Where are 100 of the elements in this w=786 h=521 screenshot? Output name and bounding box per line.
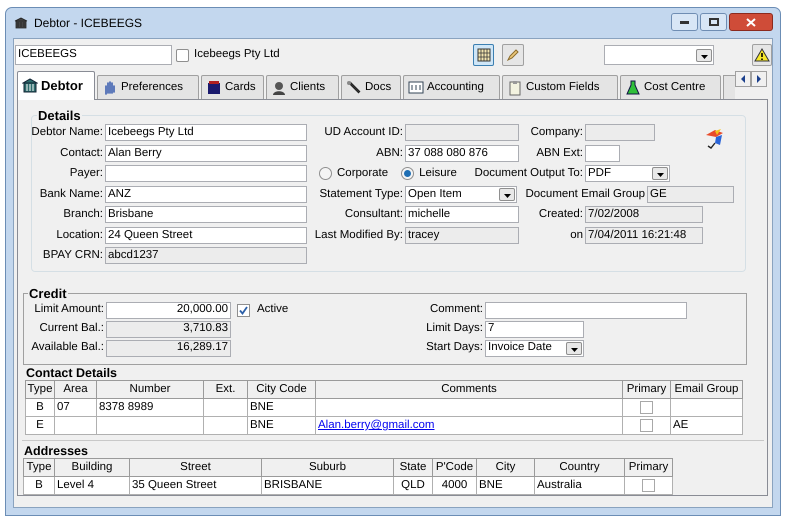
- input-field[interactable]: 24 Queen Street: [105, 226, 307, 244]
- input-field[interactable]: [485, 302, 687, 318]
- column-header[interactable]: Primary: [622, 380, 670, 398]
- tab[interactable]: Debtor: [17, 71, 95, 100]
- input-field[interactable]: tracey: [405, 226, 519, 244]
- field-label: on: [570, 228, 583, 243]
- field-label: Statement Type:: [319, 186, 403, 202]
- input-field[interactable]: GE: [647, 186, 734, 203]
- input-field[interactable]: 20,000.00: [106, 302, 231, 318]
- tab[interactable]: Preferences: [97, 75, 199, 99]
- column-header[interactable]: Type: [24, 458, 54, 476]
- column-header[interactable]: Ext.: [204, 380, 248, 398]
- column-header[interactable]: Street: [130, 458, 262, 476]
- input-field[interactable]: ICEBEEGS: [15, 45, 172, 65]
- field-label: Comment:: [430, 302, 483, 318]
- input-field[interactable]: ANZ: [105, 186, 307, 203]
- column-header[interactable]: Building: [54, 458, 130, 476]
- table-cell: 8378 8989: [99, 400, 154, 413]
- tab[interactable]: Accounting: [403, 75, 500, 99]
- column-header[interactable]: Country: [534, 458, 624, 476]
- building-icon: [14, 17, 28, 29]
- dropdown[interactable]: PDF: [585, 165, 670, 182]
- input-field[interactable]: Brisbane: [105, 206, 307, 224]
- field-label: UD Account ID:: [324, 125, 403, 140]
- toolbar-button[interactable]: [472, 44, 494, 66]
- checkbox[interactable]: [176, 48, 189, 62]
- tab[interactable]: Cards: [201, 75, 264, 99]
- input-field[interactable]: [105, 165, 307, 182]
- column-header[interactable]: Area: [54, 380, 96, 398]
- input-field[interactable]: 7/04/2011 16:21:48: [585, 226, 703, 244]
- field-label: Last Modified By:: [314, 228, 403, 243]
- column-header[interactable]: City: [476, 458, 534, 476]
- pen-icon: [346, 80, 362, 96]
- dropdown[interactable]: Invoice Date: [485, 340, 584, 356]
- field-label: Bank Name:: [40, 186, 103, 202]
- input-field[interactable]: 3,710.83: [106, 320, 231, 338]
- input-field[interactable]: abcd1237: [105, 247, 307, 264]
- input-field[interactable]: [585, 144, 620, 162]
- radio-label: Leisure: [419, 166, 457, 182]
- input-field[interactable]: 16,289.17: [106, 340, 231, 356]
- column-header[interactable]: Email Group: [670, 380, 742, 398]
- checkbox[interactable]: [640, 401, 653, 414]
- input-field[interactable]: Alan Berry: [105, 144, 307, 162]
- checkbox[interactable]: [640, 419, 653, 432]
- field-label: Document Email Group: [525, 186, 645, 202]
- scroll-left-button[interactable]: [735, 71, 751, 87]
- column-header[interactable]: Primary: [624, 458, 672, 476]
- field-label: Company:: [530, 125, 583, 140]
- column-header[interactable]: Number: [96, 380, 204, 398]
- tab[interactable]: Cost Centre: [620, 75, 721, 99]
- table-cell: 07: [57, 400, 70, 413]
- radio-label: Corporate: [337, 166, 388, 182]
- column-header[interactable]: Type: [26, 380, 54, 398]
- input-field[interactable]: [585, 124, 655, 142]
- input-field[interactable]: 7: [485, 320, 584, 338]
- warning-button[interactable]: [752, 44, 772, 66]
- dropdown-arrow-button[interactable]: [652, 167, 668, 180]
- input-field[interactable]: Icebeegs Pty Ltd: [105, 124, 307, 142]
- tab[interactable]: Clients: [266, 75, 339, 99]
- table-cell: 4000: [442, 478, 468, 491]
- input-field[interactable]: 7/02/2008: [585, 206, 703, 224]
- field-label: Branch:: [63, 207, 103, 222]
- section-title: Details: [37, 107, 82, 125]
- column-header[interactable]: P'Code: [432, 458, 476, 476]
- field-label: Start Days:: [426, 340, 483, 356]
- minimize-button[interactable]: [671, 13, 698, 31]
- input-field[interactable]: [405, 124, 519, 142]
- checkbox[interactable]: [237, 304, 250, 316]
- column-header[interactable]: Comments: [316, 380, 622, 398]
- field-label: ABN Ext:: [536, 146, 583, 161]
- dropdown-arrow-button[interactable]: [566, 342, 582, 354]
- dropdown[interactable]: Open Item: [405, 186, 517, 203]
- column-header[interactable]: State: [394, 458, 432, 476]
- input-field[interactable]: 37 088 080 876: [405, 144, 519, 162]
- table-cell: Australia: [537, 478, 582, 491]
- column-header[interactable]: City Code: [248, 380, 316, 398]
- scroll-right-button[interactable]: [751, 71, 767, 87]
- radio-button[interactable]: [401, 167, 414, 180]
- tab[interactable]: Custom Fields: [502, 75, 618, 99]
- caret-icon: [504, 194, 510, 198]
- grid-icon: [476, 48, 491, 62]
- field-label: BPAY CRN:: [42, 248, 103, 264]
- table-cell: E: [36, 419, 44, 432]
- tab[interactable]: Docs: [341, 75, 401, 99]
- radio-button[interactable]: [319, 167, 332, 180]
- field-label: Limit Amount:: [34, 302, 104, 318]
- close-icon: [746, 18, 756, 26]
- table-cell: B: [35, 478, 43, 491]
- input-field[interactable]: michelle: [405, 206, 519, 224]
- dropdown-arrow-button[interactable]: [696, 48, 712, 62]
- section-title: Credit: [28, 285, 68, 303]
- box-icon: [206, 80, 222, 96]
- table-cell: B: [36, 400, 44, 413]
- maximize-button[interactable]: [700, 13, 727, 31]
- close-button[interactable]: [729, 13, 773, 31]
- column-header[interactable]: Suburb: [262, 458, 394, 476]
- left-arrow-icon: [739, 74, 747, 84]
- checkbox[interactable]: [642, 478, 655, 492]
- dropdown-arrow-button[interactable]: [499, 188, 515, 201]
- field-label: Payer:: [70, 166, 103, 182]
